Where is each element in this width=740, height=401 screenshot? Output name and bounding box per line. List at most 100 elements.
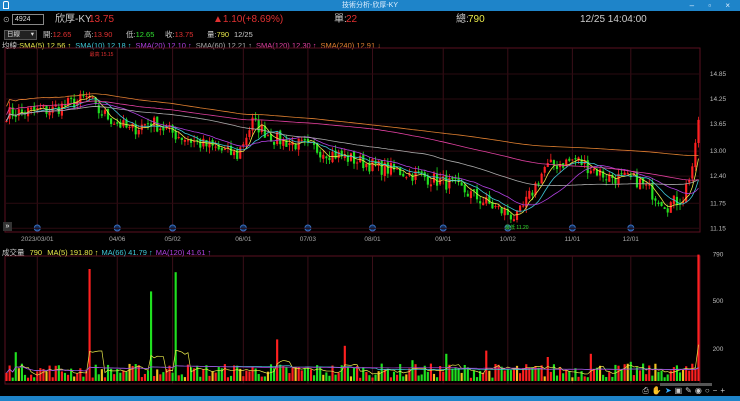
candle: [70, 97, 73, 99]
volume-bar: [208, 375, 211, 381]
hand-icon[interactable]: ✋: [652, 386, 665, 395]
volume-bar: [429, 363, 432, 381]
volume-bar: [608, 372, 611, 381]
zoom-in-icon[interactable]: +: [720, 386, 728, 395]
refresh-icon[interactable]: ○: [705, 386, 713, 395]
candle: [288, 143, 291, 146]
volume-bar: [457, 368, 460, 381]
zoom-box-icon[interactable]: ▣: [675, 386, 686, 395]
volume-bar: [260, 376, 263, 381]
volume-bar: [66, 374, 70, 381]
volume-bar: [522, 367, 525, 381]
volume-bar: [322, 374, 325, 381]
candle: [54, 105, 57, 107]
candle: [303, 139, 306, 141]
candle: [103, 110, 107, 114]
volume-bar: [91, 377, 94, 381]
volume-bar: [97, 374, 100, 381]
volume-bar: [251, 367, 254, 381]
candle: [574, 158, 577, 160]
volume-bar: [392, 371, 396, 381]
candle: [233, 151, 236, 156]
candle: [159, 128, 162, 130]
volume-bar: [303, 368, 306, 381]
volume-bar: [583, 376, 586, 381]
volume-bar: [642, 363, 645, 381]
print-icon[interactable]: ⎙: [642, 386, 651, 395]
volume-bar: [76, 373, 79, 381]
volume-legend-item-1: MA(66) 41.79 ↑: [101, 248, 153, 257]
volume-bar: [309, 369, 313, 381]
volume-bar: [509, 370, 512, 381]
candle: [654, 198, 657, 201]
volume-bar: [651, 375, 654, 381]
candle: [568, 158, 571, 161]
expand-icon[interactable]: »: [3, 222, 12, 231]
price-tick: 13.00: [710, 148, 727, 155]
volume-bar: [57, 365, 60, 381]
candle: [429, 184, 432, 187]
candle: [137, 130, 140, 135]
volume-bar: [368, 375, 371, 381]
candle: [642, 177, 645, 184]
candle: [5, 120, 8, 122]
date-label: 09/01: [435, 236, 452, 243]
volume-bar: [11, 377, 14, 381]
volume-bar: [186, 364, 190, 381]
eye-icon[interactable]: ◉: [695, 386, 705, 395]
volume-bar: [257, 373, 260, 381]
volume-bar: [325, 372, 328, 381]
volume-bar: [503, 370, 506, 381]
candle: [100, 114, 103, 116]
price-tick: 14.25: [710, 96, 727, 103]
candle: [60, 103, 63, 116]
chart-toolbar: ⎙✋➤▣✎◉○−+: [642, 386, 728, 396]
volume-bar: [8, 365, 11, 381]
cursor-icon[interactable]: ➤: [665, 386, 675, 395]
volume-bar: [205, 365, 208, 381]
volume-bar: [73, 376, 76, 381]
volume-bar: [694, 368, 697, 381]
volume-bar: [666, 374, 669, 381]
volume-bar: [128, 363, 131, 381]
candle: [245, 137, 248, 146]
date-label: 08/01: [364, 236, 381, 243]
volume-bar: [199, 376, 202, 381]
volume-bar: [14, 352, 17, 381]
price-volume-chart[interactable]: 2023/03/01 04/06 05/02 06/01 07/03 08/01 09/01…: [0, 0, 740, 401]
candle: [657, 202, 660, 204]
candle: [635, 171, 639, 188]
candle: [273, 141, 276, 145]
candle: [620, 173, 623, 175]
candle: [300, 139, 303, 141]
volume-bar: [506, 369, 509, 381]
draw-icon[interactable]: ✎: [685, 386, 695, 395]
candle: [592, 168, 595, 171]
volume-bar: [334, 374, 337, 381]
candle: [543, 166, 546, 173]
volume-bar: [236, 365, 239, 381]
candle: [519, 205, 522, 211]
volume-bar: [605, 377, 608, 381]
volume-bar: [435, 377, 439, 381]
volume-bar: [399, 364, 402, 381]
volume-bar: [54, 365, 57, 381]
volume-bar: [217, 366, 220, 381]
volume-bar: [475, 377, 479, 381]
volume-tick: 200: [713, 346, 724, 353]
candle: [571, 159, 574, 161]
volume-bar: [294, 366, 297, 381]
price-tick: 12.40: [710, 173, 727, 180]
volume-bar: [245, 370, 248, 381]
volume-legend-item-0: MA(5) 191.80 ↑: [47, 248, 99, 257]
candle: [223, 148, 226, 150]
candle: [146, 123, 150, 125]
volume-bar: [451, 368, 454, 381]
candle: [503, 209, 506, 216]
candle: [460, 182, 463, 186]
candle: [469, 191, 472, 199]
volume-bar: [365, 372, 368, 381]
volume-bar: [202, 369, 205, 381]
volume-bar: [657, 371, 660, 381]
volume-bar: [36, 371, 39, 381]
